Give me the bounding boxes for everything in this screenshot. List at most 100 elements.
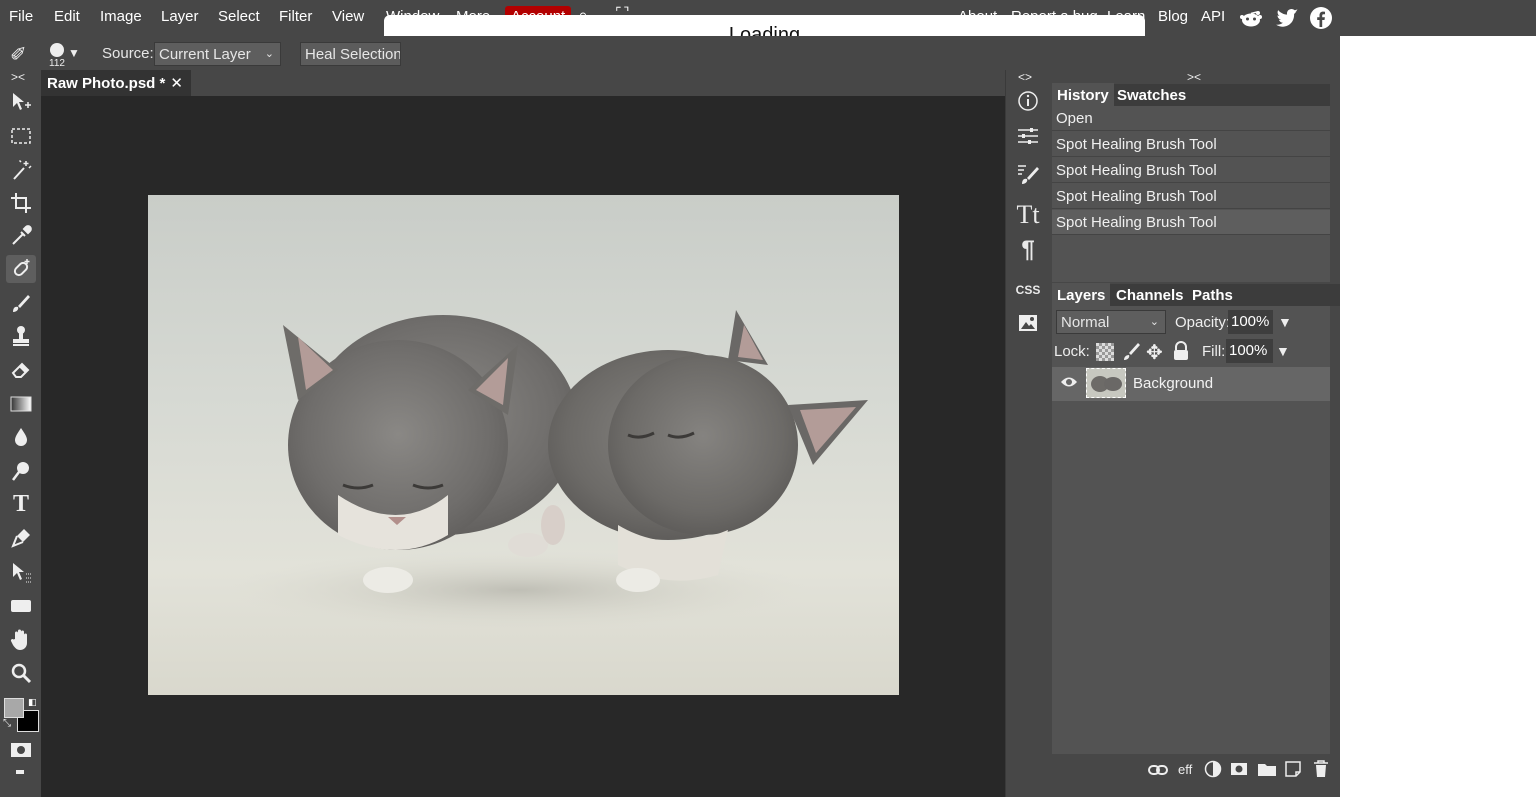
lock-all-icon[interactable] — [1172, 341, 1190, 366]
dodge-tool-icon[interactable] — [6, 457, 36, 485]
quick-mask-icon[interactable] — [6, 736, 36, 764]
close-tab-icon[interactable]: ✕ — [170, 74, 183, 92]
blend-mode-value: Normal — [1061, 314, 1110, 331]
panel-icon-strip: <> Tt ¶ CSS — [1005, 70, 1048, 797]
collapse-panels-icon[interactable]: >< — [1187, 70, 1201, 84]
trash-icon[interactable] — [1312, 760, 1330, 783]
source-label: Source: — [102, 45, 154, 62]
type-tool-icon[interactable]: T — [6, 490, 36, 518]
blur-tool-icon[interactable] — [6, 423, 36, 451]
opacity-input[interactable]: 100% — [1228, 310, 1273, 334]
brush-tool-icon[interactable] — [6, 289, 36, 317]
eyedropper-icon[interactable] — [6, 222, 36, 250]
canvas-area[interactable] — [41, 96, 1005, 797]
image-icon[interactable] — [1014, 309, 1042, 337]
history-row[interactable]: Open — [1052, 106, 1330, 131]
menu-select[interactable]: Select — [218, 8, 260, 25]
tools-panel: >< T ◧ ⤡ — [0, 70, 41, 797]
magic-wand-icon[interactable] — [6, 156, 36, 184]
brush-preview-icon[interactable] — [50, 43, 64, 57]
heal-selection-button[interactable]: Heal Selection — [300, 42, 401, 66]
fill-label: Fill: — [1202, 343, 1226, 360]
history-row[interactable]: Spot Healing Brush Tool — [1052, 184, 1330, 209]
rectangle-tool-icon[interactable] — [6, 592, 36, 620]
menu-view[interactable]: View — [332, 8, 364, 25]
foreground-color-swatch-front[interactable] — [4, 698, 24, 718]
layer-name: Background — [1133, 375, 1214, 392]
swap-colors-icon[interactable]: ⤡ — [3, 718, 11, 729]
chevron-down-icon: ⌄ — [264, 48, 274, 60]
mask-icon[interactable] — [1230, 761, 1248, 782]
tab-history[interactable]: History — [1052, 83, 1114, 108]
options-bar: ✐ 112 ▼ Source: Current Layer ⌄ Heal Sel… — [0, 36, 1340, 70]
menu-filter[interactable]: Filter — [279, 8, 312, 25]
right-panels: >< History Swatches Open Spot Healing Br… — [1050, 70, 1340, 797]
history-row[interactable]: Spot Healing Brush Tool — [1052, 132, 1330, 157]
brush-settings-icon[interactable] — [1014, 160, 1042, 188]
eraser-tool-icon[interactable] — [6, 356, 36, 384]
menu-edit[interactable]: Edit — [54, 8, 80, 25]
source-value: Current Layer — [159, 46, 251, 63]
move-tool-icon[interactable] — [6, 88, 36, 116]
facebook-icon[interactable] — [1309, 6, 1333, 30]
marquee-tool-icon[interactable] — [6, 122, 36, 150]
twitter-icon[interactable] — [1276, 7, 1300, 29]
info-icon[interactable] — [1014, 87, 1042, 115]
document-title: Raw Photo.psd * — [47, 75, 166, 92]
opacity-label: Opacity: — [1175, 314, 1231, 331]
menu-file[interactable]: File — [9, 8, 33, 25]
hand-tool-icon[interactable] — [6, 625, 36, 653]
layers-tabbar: Layers Channels Paths — [1052, 283, 1340, 308]
css-icon[interactable]: CSS — [1014, 276, 1042, 304]
photo-kittens[interactable] — [148, 195, 899, 695]
document-tab[interactable]: Raw Photo.psd * ✕ — [41, 70, 191, 96]
link-blog[interactable]: Blog — [1158, 8, 1188, 25]
tab-swatches[interactable]: Swatches — [1112, 83, 1191, 108]
document-tabs: Raw Photo.psd * ✕ — [41, 70, 1005, 96]
paragraph-icon[interactable]: ¶ — [1014, 236, 1042, 264]
chevron-down-icon: ⌄ — [1149, 316, 1159, 328]
menu-image[interactable]: Image — [100, 8, 142, 25]
lock-paint-icon[interactable] — [1122, 341, 1142, 366]
lock-transparency-icon[interactable] — [1096, 343, 1114, 361]
new-layer-icon[interactable] — [1284, 760, 1302, 783]
eye-icon[interactable] — [1060, 375, 1078, 394]
character-icon[interactable]: Tt — [1014, 200, 1042, 229]
link-icon[interactable] — [1148, 763, 1168, 781]
blend-mode-select[interactable]: Normal ⌄ — [1056, 310, 1166, 334]
tab-channels[interactable]: Channels — [1111, 283, 1189, 308]
path-select-icon[interactable] — [6, 558, 36, 586]
opacity-dropdown-icon[interactable]: ▼ — [1278, 314, 1292, 330]
chevron-down-icon[interactable]: ▼ — [68, 46, 80, 60]
zoom-tool-icon[interactable] — [6, 659, 36, 687]
crop-tool-icon[interactable] — [6, 189, 36, 217]
folder-icon[interactable] — [1257, 761, 1277, 782]
lock-position-icon[interactable]: ✥ — [1146, 340, 1163, 365]
page-background — [1340, 36, 1536, 797]
adjustment-layer-icon[interactable] — [1204, 760, 1222, 783]
gradient-tool-icon[interactable] — [6, 390, 36, 418]
reset-colors-icon[interactable]: ◧ — [28, 697, 37, 708]
expand-icon[interactable]: <> — [1018, 70, 1032, 84]
reddit-icon[interactable] — [1239, 7, 1263, 29]
adjustments-icon[interactable] — [1014, 122, 1042, 150]
kittens-image — [228, 310, 868, 630]
spot-healing-icon[interactable]: ✐ — [10, 42, 27, 67]
menu-layer[interactable]: Layer — [161, 8, 199, 25]
source-select[interactable]: Current Layer ⌄ — [154, 42, 281, 66]
history-row[interactable]: Spot Healing Brush Tool — [1052, 158, 1330, 183]
fill-input[interactable]: 100% — [1226, 339, 1273, 363]
layer-row[interactable]: Background — [1052, 367, 1330, 401]
screen-mode-icon[interactable] — [16, 770, 24, 774]
effects-icon[interactable]: eff — [1178, 762, 1192, 777]
stamp-tool-icon[interactable] — [6, 322, 36, 350]
link-api[interactable]: API — [1201, 8, 1225, 25]
history-row-active[interactable]: Spot Healing Brush Tool — [1052, 210, 1330, 235]
layer-thumbnail[interactable] — [1086, 368, 1126, 398]
pen-tool-icon[interactable] — [6, 524, 36, 552]
collapse-icon[interactable]: >< — [11, 70, 25, 84]
tab-paths[interactable]: Paths — [1187, 283, 1238, 308]
fill-dropdown-icon[interactable]: ▼ — [1276, 343, 1290, 359]
spot-healing-tool-icon[interactable] — [6, 255, 36, 283]
tab-layers[interactable]: Layers — [1052, 283, 1111, 308]
